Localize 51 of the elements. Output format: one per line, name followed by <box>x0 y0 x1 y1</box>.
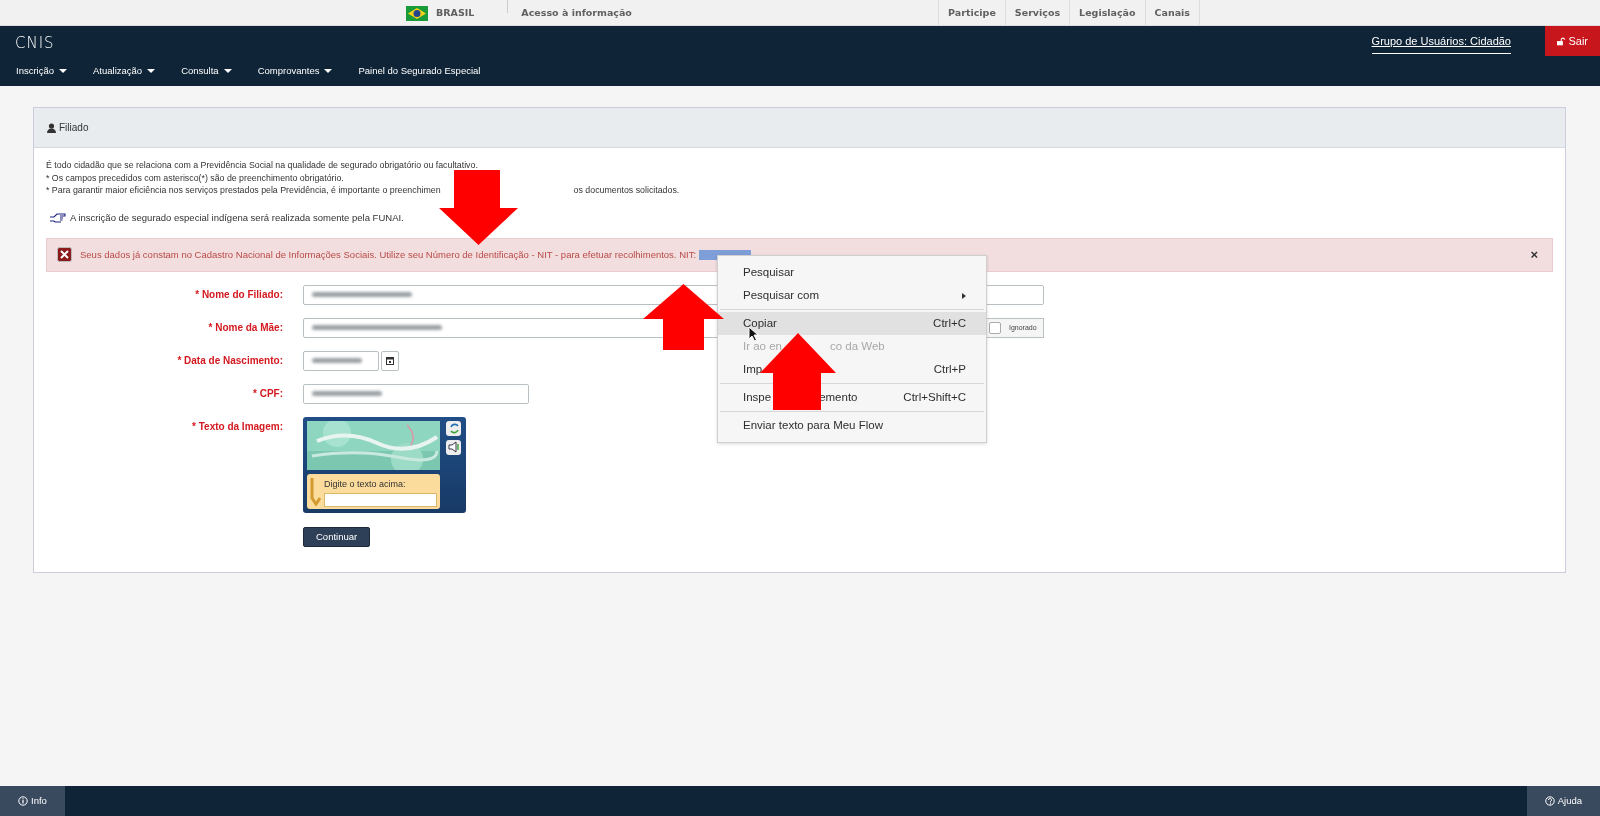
field-label: * Nome do Filiado: <box>194 287 284 302</box>
menu-item[interactable]: Inspe emento Ctrl+Shift+C <box>718 386 986 409</box>
field-label: * Data de Nascimento: <box>176 353 284 368</box>
info-icon <box>18 796 28 806</box>
panel-title: Filiado <box>59 121 89 135</box>
calendar-button[interactable] <box>381 350 399 371</box>
user-icon <box>47 122 56 133</box>
redacted-value <box>312 358 362 364</box>
intro-text: É todo cidadão que se relaciona com a Previdência Social na qualidade de segurado obrigatório ou facultativo. <box>46 160 478 170</box>
intro-text: os documentos solicitados. <box>573 185 680 195</box>
input-field[interactable] <box>303 383 529 404</box>
unlock-icon <box>1557 36 1566 46</box>
refresh-icon <box>447 422 460 435</box>
country-label: BRASIL <box>436 5 475 20</box>
menu-item[interactable]: Atualização <box>93 64 156 79</box>
audio-button[interactable] <box>446 439 461 455</box>
intro-text: * Para garantir maior eficiência nos serviços prestados pela Previdência, é importante o preenchimen <box>46 185 441 195</box>
field-label: * Texto da Imagem: <box>191 419 284 434</box>
help-button[interactable]: Ajuda <box>1526 786 1600 816</box>
menu-item[interactable]: Imp Ctrl+P <box>718 358 986 381</box>
speaker-icon <box>447 441 460 454</box>
alert-text: Seus dados já constam no Cadastro Nacional de Informações Sociais. Utilize seu Número de Identificação - NIT - para efetuar recolhimentos. NIT: <box>80 247 697 262</box>
continue-button[interactable]: Continuar <box>303 526 371 547</box>
access-link[interactable]: Acesso à informação <box>521 5 632 21</box>
menu-item[interactable]: Consulta <box>181 64 232 79</box>
field-label: * Nome da Mãe: <box>207 320 284 335</box>
checkbox[interactable] <box>989 321 1001 334</box>
menu-item[interactable]: Pesquisar <box>718 261 986 284</box>
user-group-link[interactable]: Grupo de Usuários: Cidadão <box>1371 33 1511 54</box>
notice-text: A inscrição de segurado especial indígena será realizada somente pela FUNAI. <box>70 210 404 225</box>
logout-button[interactable]: Sair <box>1545 26 1600 56</box>
refresh-button[interactable] <box>446 420 461 436</box>
help-icon <box>1544 796 1555 806</box>
intro-text: * Os campos precedidos com asterisco(*) são de preenchimento obrigatório. <box>46 172 344 183</box>
calendar-icon <box>386 356 394 366</box>
close-button[interactable]: × <box>1530 245 1538 265</box>
menu-item[interactable]: Pesquisar com <box>718 284 986 307</box>
input-field[interactable] <box>303 350 379 371</box>
menu-item[interactable]: Painel do Segurado Especial <box>358 64 481 79</box>
field-label: * CPF: <box>252 386 284 401</box>
captcha-input[interactable] <box>324 493 437 508</box>
info-button[interactable]: Info <box>0 786 65 816</box>
menu-item[interactable]: Copiar Ctrl+C <box>718 312 986 335</box>
menu-item[interactable]: Enviar texto para Meu Flow <box>718 414 986 437</box>
menu-item[interactable]: Inscrição <box>16 64 67 79</box>
redacted-value <box>312 391 382 397</box>
flag-icon <box>406 5 428 21</box>
logo: CNIS <box>15 33 55 54</box>
menu-item[interactable]: Comprovantes <box>257 64 333 79</box>
captcha-prompt: Digite o texto acima: <box>324 477 407 491</box>
error-icon <box>57 247 72 263</box>
